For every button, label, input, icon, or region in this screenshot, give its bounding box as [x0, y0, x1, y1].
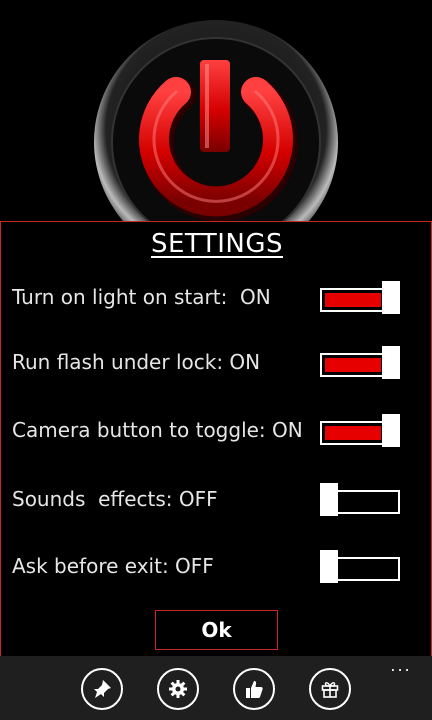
- settings-title: SETTINGS: [150, 229, 283, 259]
- settings-panel: SETTINGS Turn on light on start: ON Run …: [0, 221, 432, 657]
- ask-before-exit-toggle[interactable]: [320, 550, 400, 583]
- gift-icon: [321, 682, 339, 698]
- setting-row-camera-button: Camera button to toggle: ON: [1, 410, 432, 454]
- setting-label: Run flash under lock: ON: [12, 350, 261, 374]
- pin-button[interactable]: [81, 668, 123, 710]
- power-button-artwork[interactable]: [0, 0, 432, 240]
- more-options-button[interactable]: ...: [386, 656, 416, 676]
- pin-icon: [94, 680, 111, 698]
- camera-button-toggle[interactable]: [320, 414, 400, 447]
- setting-label: Ask before exit: OFF: [12, 554, 214, 578]
- setting-label: Camera button to toggle: ON: [12, 418, 303, 442]
- setting-row-ask-before-exit: Ask before exit: OFF: [1, 546, 432, 590]
- ok-button[interactable]: Ok: [155, 610, 278, 650]
- setting-label: Sounds effects: OFF: [12, 487, 218, 511]
- settings-gear-icon: [169, 680, 187, 698]
- setting-row-flash-under-lock: Run flash under lock: ON: [1, 342, 432, 386]
- setting-row-light-on-start: Turn on light on start: ON: [1, 277, 432, 321]
- thumbs-up-icon: [246, 681, 263, 698]
- settings-button[interactable]: [157, 668, 199, 710]
- power-stem: [200, 60, 230, 152]
- light-on-start-toggle[interactable]: [320, 281, 400, 314]
- setting-row-sound-effects: Sounds effects: OFF: [1, 479, 432, 523]
- sound-effects-toggle[interactable]: [320, 483, 400, 516]
- setting-label: Turn on light on start: ON: [12, 285, 271, 309]
- flash-under-lock-toggle[interactable]: [320, 346, 400, 379]
- app-bar: ...: [0, 656, 432, 720]
- gift-button[interactable]: [309, 668, 351, 710]
- like-button[interactable]: [233, 668, 275, 710]
